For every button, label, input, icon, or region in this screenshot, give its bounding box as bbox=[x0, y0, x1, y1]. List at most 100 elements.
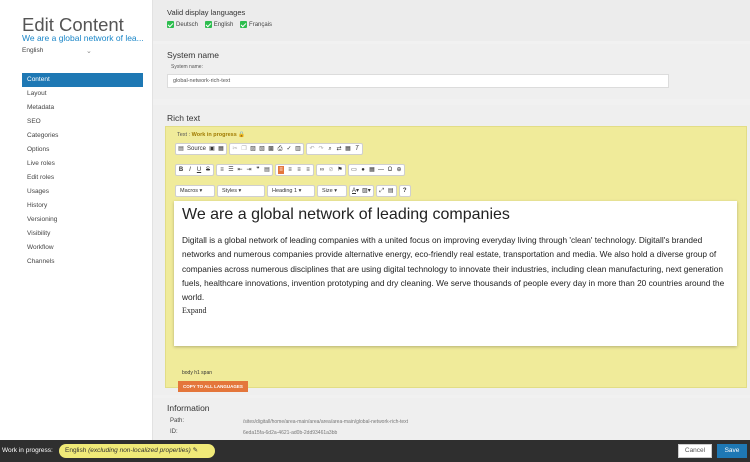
sidebar-item-visibility[interactable]: Visibility bbox=[22, 227, 143, 241]
align-justify-icon[interactable]: ≡ bbox=[305, 166, 311, 174]
link-icon[interactable]: ∞ bbox=[319, 166, 325, 174]
sidebar-item-usages[interactable]: Usages bbox=[22, 185, 143, 199]
path-value: /sites/digitall/home/area-main/area/area… bbox=[243, 419, 409, 425]
template-icon[interactable]: ▦ bbox=[218, 145, 224, 153]
copy-icon[interactable]: ❐ bbox=[241, 145, 247, 153]
sidebar-item-history[interactable]: History bbox=[22, 199, 143, 213]
align-left-icon[interactable]: ≡ bbox=[278, 166, 284, 174]
italic-icon[interactable]: I bbox=[187, 166, 193, 174]
bg-color-icon[interactable]: ▨▾ bbox=[362, 187, 371, 195]
toolbar-row-1: ▤ Source ▣ ▦ ✂ ❐ ▨ ▧ ▩ ⎙ ✓ ▥ ↶ ↷ ⌕ ⇄ ▦ T bbox=[175, 143, 364, 155]
numbered-list-icon[interactable]: ≡ bbox=[219, 166, 225, 174]
bold-icon[interactable]: B bbox=[178, 166, 184, 174]
horizontal-rule-icon[interactable]: ― bbox=[378, 166, 384, 174]
paste-text-icon[interactable]: ▧ bbox=[259, 145, 265, 153]
sidebar-item-options[interactable]: Options bbox=[22, 143, 143, 157]
content-subtitle: We are a global network of lea... bbox=[22, 33, 144, 43]
table-icon[interactable]: ▥ bbox=[295, 145, 301, 153]
flash-icon[interactable]: ● bbox=[360, 166, 366, 174]
language-select[interactable]: English bbox=[22, 47, 43, 54]
document-expand[interactable]: Expand bbox=[182, 306, 206, 315]
sidebar-nav: Content Layout Metadata SEO Categories O… bbox=[22, 73, 143, 269]
align-center-icon[interactable]: ≡ bbox=[287, 166, 293, 174]
paste-word-icon[interactable]: ▩ bbox=[268, 145, 274, 153]
sidebar-item-versioning[interactable]: Versioning bbox=[22, 213, 143, 227]
cancel-button[interactable]: Cancel bbox=[678, 444, 712, 458]
find-icon[interactable]: ⌕ bbox=[327, 145, 333, 153]
blockquote-icon[interactable]: ❞ bbox=[255, 166, 261, 174]
redo-icon[interactable]: ↷ bbox=[318, 145, 324, 153]
toolbar-group-basic: B I U S bbox=[175, 164, 214, 176]
sidebar-item-seo[interactable]: SEO bbox=[22, 115, 143, 129]
replace-icon[interactable]: ⇄ bbox=[336, 145, 342, 153]
toolbar-group-paragraph: ≡ ☰ ⇤ ⇥ ❞ ▤ bbox=[216, 164, 273, 176]
document-heading[interactable]: We are a global network of leading compa… bbox=[182, 206, 510, 224]
toolbar-group-align: ≡ ≡ ≡ ≡ bbox=[275, 164, 314, 176]
insert-table-icon[interactable]: ▦ bbox=[369, 166, 375, 174]
element-path[interactable]: body h1 span bbox=[182, 370, 212, 376]
toolbar-group-clipboard: ✂ ❐ ▨ ▧ ▩ ⎙ ✓ ▥ bbox=[229, 143, 305, 155]
sidebar-item-metadata[interactable]: Metadata bbox=[22, 101, 143, 115]
copy-to-all-languages-button[interactable]: COPY TO ALL LANGUAGES bbox=[178, 381, 248, 392]
sidebar-item-channels[interactable]: Channels bbox=[22, 255, 143, 269]
sidebar-item-live-roles[interactable]: Live roles bbox=[22, 157, 143, 171]
rich-text-panel: Rich text Text : Work in progress 🔒 ▤ So… bbox=[153, 105, 750, 395]
maximize-icon[interactable]: ⤢ bbox=[379, 187, 385, 195]
checkbox-english[interactable] bbox=[204, 21, 212, 28]
strike-icon[interactable]: S bbox=[205, 166, 211, 174]
underline-icon[interactable]: U bbox=[196, 166, 202, 174]
bullet-list-icon[interactable]: ☰ bbox=[228, 166, 234, 174]
sidebar-item-layout[interactable]: Layout bbox=[22, 87, 143, 101]
checkbox-deutsch[interactable] bbox=[167, 21, 174, 28]
editor-document[interactable]: We are a global network of leading compa… bbox=[174, 201, 737, 346]
preview-icon[interactable]: ▣ bbox=[209, 145, 215, 153]
source-icon[interactable]: ▤ bbox=[178, 145, 184, 153]
undo-icon[interactable]: ↶ bbox=[309, 145, 315, 153]
show-blocks-icon[interactable]: ▤ bbox=[388, 187, 394, 195]
image-icon[interactable]: ▭ bbox=[351, 166, 357, 174]
sidebar-item-content[interactable]: Content bbox=[22, 73, 143, 87]
cut-icon[interactable]: ✂ bbox=[232, 145, 238, 153]
spellcheck-icon[interactable]: ✓ bbox=[286, 145, 292, 153]
div-icon[interactable]: ▤ bbox=[264, 166, 270, 174]
anchor-icon[interactable]: ⚑ bbox=[337, 166, 343, 174]
toolbar-group-help: ? bbox=[398, 185, 411, 197]
select-all-icon[interactable]: ▦ bbox=[345, 145, 351, 153]
checkbox-label-english: English bbox=[213, 21, 234, 28]
information-heading: Information bbox=[167, 403, 210, 413]
checkbox-francais[interactable] bbox=[240, 21, 248, 28]
heading-dropdown[interactable]: Heading 1 ▾ bbox=[267, 185, 315, 197]
pencil-icon[interactable]: ✎ bbox=[193, 447, 198, 454]
size-dropdown[interactable]: Size ▾ bbox=[317, 185, 347, 197]
text-color-icon[interactable]: A▾ bbox=[352, 187, 359, 195]
work-in-progress-label: Work in progress: bbox=[2, 447, 53, 454]
source-button[interactable]: Source bbox=[187, 145, 206, 153]
help-icon[interactable]: ? bbox=[402, 187, 408, 195]
work-in-progress-pill[interactable]: English (excluding non-localized propert… bbox=[59, 444, 215, 458]
remove-format-icon[interactable]: T bbox=[354, 145, 360, 153]
align-right-icon[interactable]: ≡ bbox=[296, 166, 302, 174]
save-button[interactable]: Save bbox=[717, 444, 747, 458]
outdent-icon[interactable]: ⇤ bbox=[237, 166, 243, 174]
styles-dropdown[interactable]: Styles ▾ bbox=[217, 185, 265, 197]
chevron-down-icon[interactable]: ⌄ bbox=[86, 47, 92, 55]
indent-icon[interactable]: ⇥ bbox=[246, 166, 252, 174]
paste-icon[interactable]: ▨ bbox=[250, 145, 256, 153]
information-panel: Information Path: /sites/digitall/home/a… bbox=[153, 398, 750, 440]
id-value: 6eda15fa-6d2a-4621-ad0b-2dd93461a3bb bbox=[243, 430, 338, 436]
unlink-icon[interactable]: ⊘ bbox=[328, 166, 334, 174]
rich-text-heading: Rich text bbox=[167, 113, 201, 123]
sidebar-item-edit-roles[interactable]: Edit roles bbox=[22, 171, 143, 185]
special-char-icon[interactable]: Ω bbox=[387, 166, 393, 174]
styles-dropdown-label: Styles bbox=[222, 188, 237, 194]
globe-icon[interactable]: ⊕ bbox=[396, 166, 402, 174]
sidebar-item-workflow[interactable]: Workflow bbox=[22, 241, 143, 255]
sidebar-item-categories[interactable]: Categories bbox=[22, 129, 143, 143]
path-label: Path: bbox=[170, 418, 185, 424]
print-icon[interactable]: ⎙ bbox=[277, 145, 283, 153]
document-body[interactable]: Digitall is a global network of leading … bbox=[182, 233, 732, 304]
sidebar: Edit Content We are a global network of … bbox=[0, 0, 153, 440]
toolbar-row-2: B I U S ≡ ☰ ⇤ ⇥ ❞ ▤ ≡ ≡ ≡ ≡ ∞ ⊘ ⚑ ▭ ● ▦ … bbox=[175, 164, 405, 176]
system-name-input[interactable]: global-network-rich-text bbox=[167, 74, 669, 88]
macros-dropdown[interactable]: Macros ▾ bbox=[175, 185, 215, 197]
